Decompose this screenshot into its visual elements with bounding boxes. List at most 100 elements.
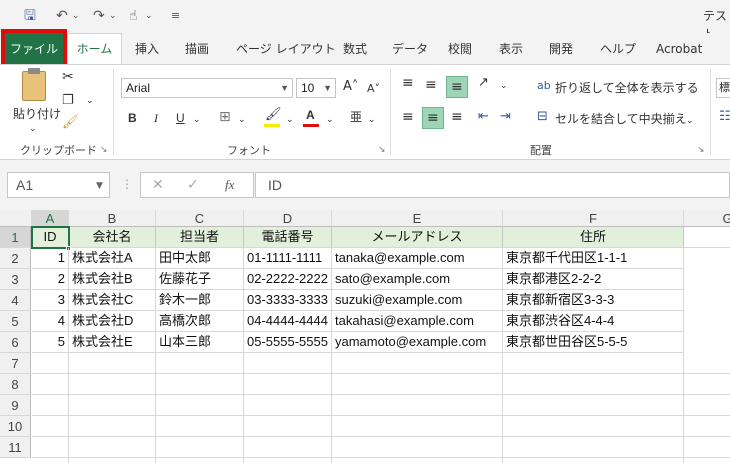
font-color-dropdown-icon[interactable]: ⌄ (326, 112, 334, 128)
copy-icon[interactable]: ❐ (62, 93, 74, 109)
redo-dropdown-icon[interactable]: ⌄ (109, 7, 117, 25)
table-cell[interactable]: 株式会社A (69, 248, 156, 269)
table-cell[interactable]: 東京都新宿区3-3-3 (503, 290, 684, 311)
tab-view[interactable]: 表示 (499, 41, 523, 57)
decrease-font-icon[interactable]: A˅ (367, 81, 380, 97)
tab-acrobat[interactable]: Acrobat (656, 41, 702, 57)
row-header-8[interactable]: 8 (0, 374, 31, 395)
tab-page-layout[interactable]: ページ レイアウト (236, 41, 336, 57)
header-cell-company[interactable]: 会社名 (69, 227, 156, 248)
tab-developer[interactable]: 開発 (549, 41, 573, 57)
row-header-3[interactable]: 3 (0, 269, 31, 290)
format-painter-icon[interactable]: 🖌 (62, 115, 79, 131)
row-header-10[interactable]: 10 (0, 416, 31, 437)
redo-icon[interactable]: ↷ (93, 7, 105, 25)
table-cell[interactable]: 3 (32, 290, 69, 311)
table-cell[interactable]: 山本三郎 (156, 332, 244, 353)
tab-draw[interactable]: 描画 (185, 41, 209, 57)
undo-icon[interactable]: ↶ (56, 7, 68, 25)
table-cell[interactable]: 5 (32, 332, 69, 353)
tab-help[interactable]: ヘルプ (600, 41, 636, 57)
increase-font-icon[interactable]: A˄ (343, 79, 358, 95)
table-cell[interactable]: 東京都世田谷区5-5-5 (503, 332, 684, 353)
font-size-combo[interactable]: 10 ▼ (296, 78, 336, 98)
table-cell[interactable]: 田中太郎 (156, 248, 244, 269)
column-header-e[interactable]: E (332, 210, 503, 227)
align-right-icon[interactable]: ≡ (451, 109, 463, 125)
paste-label[interactable]: 貼り付け (13, 106, 61, 122)
column-header-b[interactable]: B (69, 210, 156, 227)
align-middle-icon[interactable]: ≡ (425, 77, 437, 93)
align-left-icon[interactable]: ≡ (402, 109, 414, 125)
row-header-1[interactable]: 1 (0, 227, 31, 248)
table-cell[interactable]: 2 (32, 269, 69, 290)
borders-dropdown-icon[interactable]: ⌄ (238, 112, 246, 128)
customize-qat-icon[interactable]: ≡ (171, 7, 180, 25)
italic-button[interactable]: I (154, 110, 158, 126)
table-cell[interactable]: suzuki@example.com (332, 290, 503, 311)
table-cell[interactable]: 東京都渋谷区4-4-4 (503, 311, 684, 332)
row-header-7[interactable]: 7 (0, 353, 31, 374)
table-cell[interactable]: sato@example.com (332, 269, 503, 290)
row-header-6[interactable]: 6 (0, 332, 31, 353)
column-header-f[interactable]: F (503, 210, 684, 227)
number-format-combo[interactable]: 標 (716, 78, 730, 98)
table-cell[interactable]: 株式会社C (69, 290, 156, 311)
empty-cells[interactable] (32, 353, 730, 463)
tab-insert[interactable]: 挿入 (135, 41, 159, 57)
tab-data[interactable]: データ (392, 41, 428, 57)
row-header-11[interactable]: 11 (0, 437, 31, 458)
cancel-icon[interactable]: ✕ (152, 177, 164, 193)
table-cell[interactable]: 鈴木一郎 (156, 290, 244, 311)
row-header-4[interactable]: 4 (0, 290, 31, 311)
table-cell[interactable]: 高橋次郎 (156, 311, 244, 332)
merge-dropdown-icon[interactable]: ⌄ (686, 113, 694, 129)
bold-button[interactable]: B (128, 110, 137, 126)
tab-home[interactable]: ホーム (67, 33, 122, 65)
copy-dropdown-icon[interactable]: ⌄ (86, 93, 94, 109)
touch-mode-icon[interactable]: ☝ (129, 7, 138, 25)
header-cell-id[interactable]: ID (32, 227, 69, 248)
table-cell[interactable]: 02-2222-2222 (244, 269, 332, 290)
merge-center-button[interactable]: セルを結合して中央揃え (555, 111, 687, 127)
table-cell[interactable]: 東京都港区2-2-2 (503, 269, 684, 290)
table-cell[interactable]: 03-3333-3333 (244, 290, 332, 311)
paste-dropdown-icon[interactable]: ⌄ (29, 121, 37, 137)
tab-review[interactable]: 校閲 (448, 41, 472, 57)
row-header-2[interactable]: 2 (0, 248, 31, 269)
touch-dropdown-icon[interactable]: ⌄ (145, 7, 153, 25)
header-cell-address[interactable]: 住所 (503, 227, 684, 248)
header-cell-email[interactable]: メールアドレス (332, 227, 503, 248)
table-cell[interactable]: 株式会社D (69, 311, 156, 332)
name-box-dropdown-icon[interactable]: ▼ (96, 178, 103, 194)
phonetic-dropdown-icon[interactable]: ⌄ (368, 112, 376, 128)
table-cell[interactable]: 05-5555-5555 (244, 332, 332, 353)
decrease-indent-icon[interactable]: ⇤ (478, 109, 489, 125)
table-cell[interactable]: 01-1111-1111 (244, 248, 332, 269)
row-header-9[interactable]: 9 (0, 395, 31, 416)
table-cell[interactable]: 株式会社B (69, 269, 156, 290)
save-icon[interactable]: 🖫 (24, 7, 36, 25)
table-cell[interactable]: tanaka@example.com (332, 248, 503, 269)
header-cell-phone[interactable]: 電話番号 (244, 227, 332, 248)
column-header-c[interactable]: C (156, 210, 244, 227)
font-color-icon[interactable]: A (306, 107, 315, 123)
table-cell[interactable]: 4 (32, 311, 69, 332)
tab-formulas[interactable]: 数式 (343, 41, 367, 57)
table-cell[interactable]: 株式会社E (69, 332, 156, 353)
undo-dropdown-icon[interactable]: ⌄ (72, 7, 80, 25)
cut-icon[interactable]: ✂ (62, 69, 74, 85)
table-cell[interactable]: 04-4444-4444 (244, 311, 332, 332)
row-header-5[interactable]: 5 (0, 311, 31, 332)
fill-color-dropdown-icon[interactable]: ⌄ (286, 112, 294, 128)
table-cell[interactable]: 1 (32, 248, 69, 269)
alignment-launcher-icon[interactable]: ↘ (697, 142, 705, 158)
fill-color-icon[interactable]: 🖌 (265, 107, 282, 123)
wrap-text-button[interactable]: 折り返して全体を表示する (555, 80, 699, 96)
empty-cell[interactable] (684, 227, 730, 248)
formula-input[interactable]: ID (255, 172, 730, 198)
table-cell[interactable]: takahasi@example.com (332, 311, 503, 332)
tab-file[interactable]: ファイル (5, 33, 63, 65)
underline-dropdown-icon[interactable]: ⌄ (193, 112, 201, 128)
enter-icon[interactable]: ✓ (187, 177, 199, 193)
